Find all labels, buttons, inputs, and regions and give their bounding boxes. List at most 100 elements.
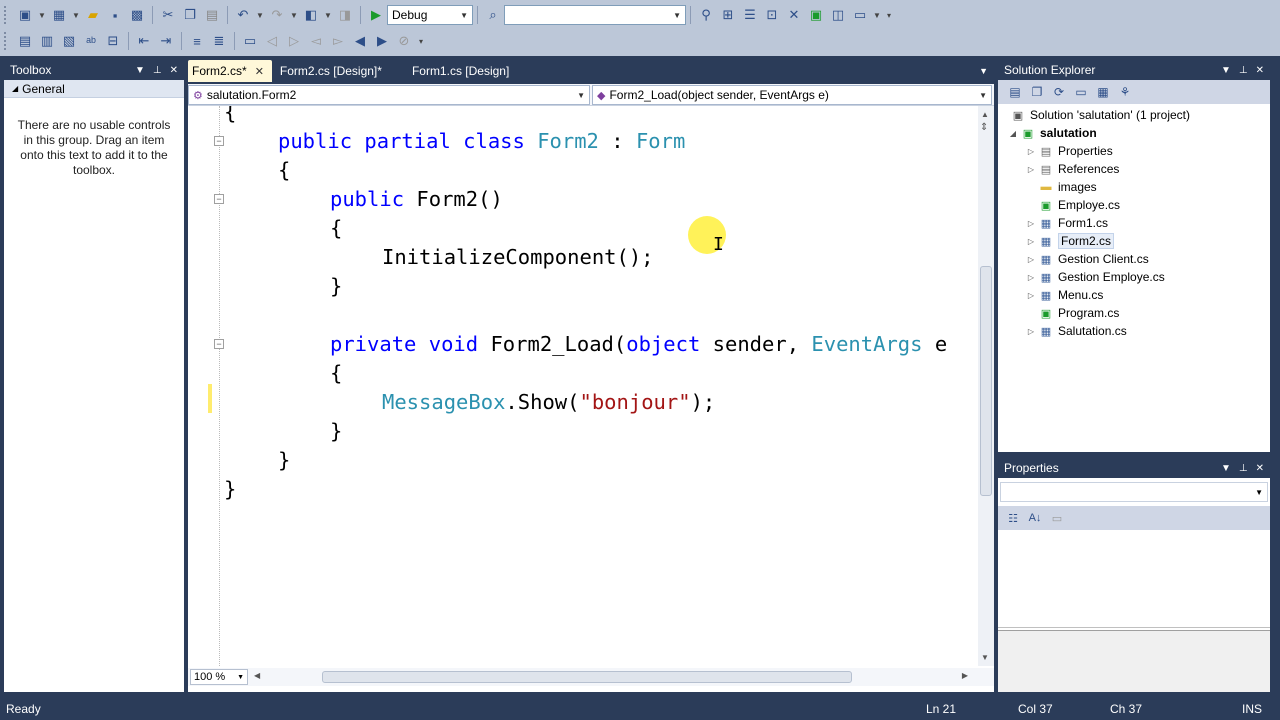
tab-form2-cs[interactable]: Form2.cs* ✕: [188, 60, 272, 82]
tree-item-references[interactable]: ▷ ▤ References: [1024, 160, 1119, 178]
tree-item-form1-cs[interactable]: ▷ ▦ Form1.cs: [1024, 214, 1108, 232]
pin-icon[interactable]: ⊥: [153, 65, 162, 76]
collapse-icon[interactable]: −: [214, 339, 224, 349]
find-combo[interactable]: ▼: [504, 5, 686, 25]
properties-icon[interactable]: ▤: [1006, 83, 1024, 101]
expand-triangle-icon[interactable]: ▷: [1024, 237, 1038, 246]
scroll-up-icon[interactable]: ▲: [981, 110, 989, 119]
expand-triangle-icon[interactable]: ▷: [1024, 255, 1038, 264]
navigate-forward-icon[interactable]: ◨: [334, 4, 356, 26]
toolbox-group-general[interactable]: ◢ General: [4, 80, 184, 98]
start-page-icon[interactable]: ▣: [805, 4, 827, 26]
categorized-icon[interactable]: ☷: [1004, 509, 1022, 527]
scroll-right-icon[interactable]: ▶: [962, 671, 968, 680]
start-debugging-icon[interactable]: ▶: [365, 4, 387, 26]
expand-triangle-icon[interactable]: ▷: [1024, 165, 1038, 174]
close-icon[interactable]: ✕: [1256, 463, 1264, 474]
save-all-icon[interactable]: ▩: [126, 4, 148, 26]
tree-item-project[interactable]: ◢ ▣ salutation: [1006, 124, 1097, 142]
tree-item-employe-cs[interactable]: ▣ Employe.cs: [1024, 196, 1120, 214]
bookmark-icon[interactable]: ▭: [239, 30, 261, 52]
view-code-icon[interactable]: ▭: [1072, 83, 1090, 101]
property-pages-icon[interactable]: ▭: [1048, 509, 1066, 527]
scroll-left-icon[interactable]: ◀: [254, 671, 260, 680]
member-combo[interactable]: ◆ Form2_Load(object sender, EventArgs e) …: [592, 85, 992, 105]
refresh-icon[interactable]: ⟳: [1050, 83, 1068, 101]
member-list-icon[interactable]: ▤: [14, 30, 36, 52]
alphabetical-icon[interactable]: A↓: [1026, 509, 1044, 527]
comment-icon[interactable]: ≡: [186, 30, 208, 52]
navigate-back-icon[interactable]: ◧: [300, 4, 322, 26]
splitter-icon[interactable]: ⇕: [980, 122, 988, 133]
expand-triangle-icon[interactable]: ▷: [1024, 327, 1038, 336]
object-selector-combo[interactable]: ▼: [1000, 482, 1268, 502]
tree-item-menu-cs[interactable]: ▷ ▦ Menu.cs: [1024, 286, 1103, 304]
extension-manager-icon[interactable]: ◫: [827, 4, 849, 26]
add-item-icon[interactable]: ▦: [48, 4, 70, 26]
tree-item-images[interactable]: ▬ images: [1024, 178, 1097, 196]
tree-item-program-cs[interactable]: ▣ Program.cs: [1024, 304, 1120, 322]
open-file-icon[interactable]: ▰: [82, 4, 104, 26]
expand-triangle-icon[interactable]: ▷: [1024, 291, 1038, 300]
toolbar-grip[interactable]: [4, 6, 10, 24]
tab-list-dropdown-icon[interactable]: ▼: [979, 66, 988, 76]
tree-item-form2-cs[interactable]: ▷ ▦ Form2.cs: [1024, 232, 1115, 250]
toolbar-options-icon[interactable]: ▾: [883, 4, 895, 26]
scroll-thumb[interactable]: [322, 671, 852, 683]
redo-icon[interactable]: ↷: [266, 4, 288, 26]
save-icon[interactable]: ▪: [104, 4, 126, 26]
tree-item-properties[interactable]: ▷ ▤ Properties: [1024, 142, 1113, 160]
parameter-info-icon[interactable]: ▥: [36, 30, 58, 52]
navigate-back-dropdown-icon[interactable]: ▼: [322, 4, 334, 26]
tab-form2-design[interactable]: Form2.cs [Design]*: [276, 60, 390, 82]
zoom-combo[interactable]: 100 % ▼: [190, 669, 248, 685]
property-grid[interactable]: [998, 532, 1270, 628]
prev-bookmark-in-folder-icon[interactable]: ◅: [305, 30, 327, 52]
redo-dropdown-icon[interactable]: ▼: [288, 4, 300, 26]
toolbar-options-icon[interactable]: ▾: [415, 30, 427, 52]
pin-icon[interactable]: ⊥: [1239, 463, 1248, 474]
show-all-files-icon[interactable]: ❐: [1028, 83, 1046, 101]
toolbox-icon[interactable]: ✕: [783, 4, 805, 26]
collapse-icon[interactable]: −: [214, 194, 224, 204]
new-project-icon[interactable]: ▣: [14, 4, 36, 26]
window-position-icon[interactable]: ▼: [1221, 463, 1231, 474]
vertical-scrollbar[interactable]: ▲ ⇕ ▼: [978, 106, 994, 666]
next-bookmark-icon[interactable]: ▷: [283, 30, 305, 52]
add-item-dropdown-icon[interactable]: ▼: [70, 4, 82, 26]
view-class-diagram-icon[interactable]: ⚘: [1116, 83, 1134, 101]
next-bookmark-in-doc-icon[interactable]: ▶: [371, 30, 393, 52]
collapse-triangle-icon[interactable]: ◢: [1006, 129, 1020, 138]
close-icon[interactable]: ✕: [255, 65, 264, 78]
paste-icon[interactable]: ▤: [201, 4, 223, 26]
clear-bookmarks-icon[interactable]: ⊘: [393, 30, 415, 52]
window-position-icon[interactable]: ▼: [1221, 65, 1231, 76]
cut-icon[interactable]: ✂: [157, 4, 179, 26]
find-in-files-icon[interactable]: ⌕: [482, 4, 504, 26]
window-position-icon[interactable]: ▼: [135, 65, 145, 76]
close-icon[interactable]: ✕: [1256, 65, 1264, 76]
type-combo[interactable]: ⚙ salutation.Form2 ▼: [188, 85, 590, 105]
close-icon[interactable]: ✕: [170, 65, 178, 76]
copy-icon[interactable]: ❐: [179, 4, 201, 26]
uncomment-icon[interactable]: ≣: [208, 30, 230, 52]
tree-item-gestion-client-cs[interactable]: ▷ ▦ Gestion Client.cs: [1024, 250, 1149, 268]
pin-icon[interactable]: ⊥: [1239, 65, 1248, 76]
outdent-icon[interactable]: ⇤: [133, 30, 155, 52]
collapse-icon[interactable]: −: [214, 136, 224, 146]
horizontal-scrollbar[interactable]: ◀ ▶: [252, 669, 968, 685]
tree-item-gestion-employe-cs[interactable]: ▷ ▦ Gestion Employe.cs: [1024, 268, 1165, 286]
word-complete-icon[interactable]: ᵃᵇ: [80, 30, 102, 52]
expand-triangle-icon[interactable]: ▷: [1024, 219, 1038, 228]
prev-bookmark-icon[interactable]: ◁: [261, 30, 283, 52]
code-area[interactable]: − − − { public partial class Form2 : For…: [188, 106, 978, 666]
prev-bookmark-in-doc-icon[interactable]: ◀: [349, 30, 371, 52]
configuration-combo[interactable]: Debug ▼: [387, 5, 473, 25]
object-browser-icon[interactable]: ⊡: [761, 4, 783, 26]
next-bookmark-in-folder-icon[interactable]: ▻: [327, 30, 349, 52]
scroll-down-icon[interactable]: ▼: [981, 653, 989, 662]
tab-form1-design[interactable]: Form1.cs [Design]: [408, 60, 517, 82]
properties-window-icon[interactable]: ☰: [739, 4, 761, 26]
tree-item-salutation-cs[interactable]: ▷ ▦ Salutation.cs: [1024, 322, 1127, 340]
find-icon[interactable]: ⚲: [695, 4, 717, 26]
